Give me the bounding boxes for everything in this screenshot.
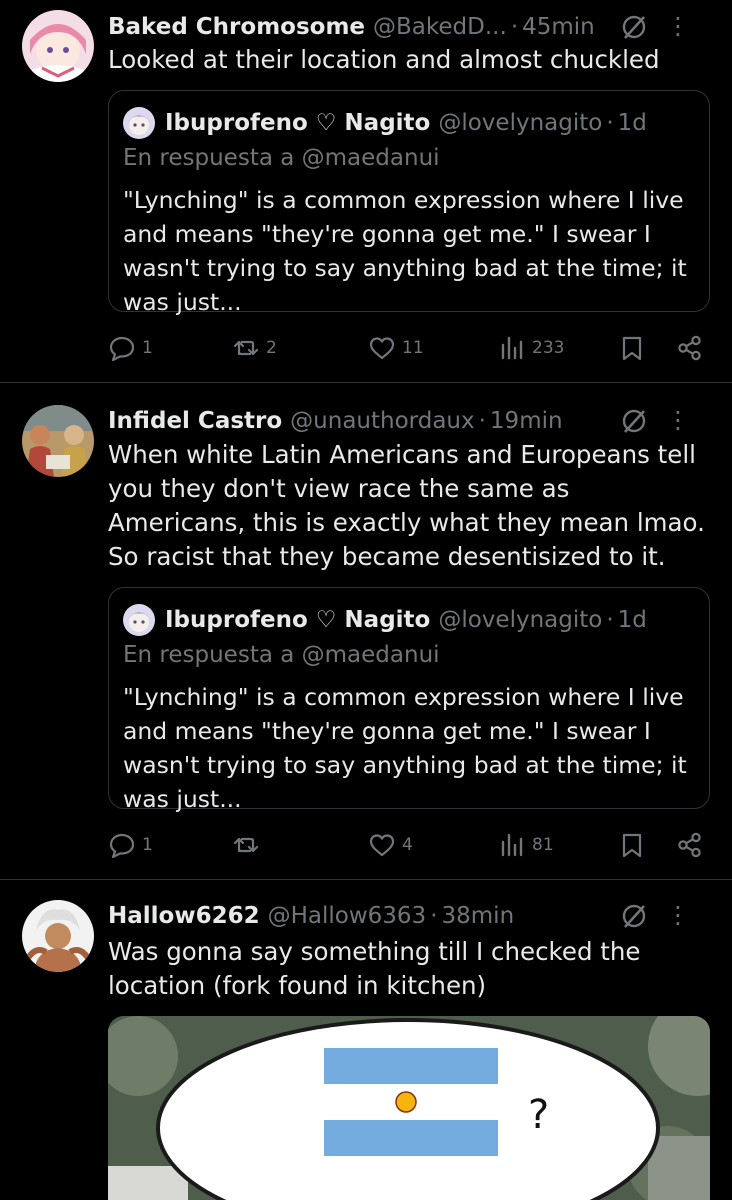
- avatar[interactable]: [22, 10, 94, 82]
- avatar: [123, 604, 155, 636]
- meme-image: ?: [108, 1016, 710, 1200]
- tweet-text: Looked at their location and almost chuc…: [108, 45, 660, 74]
- grok-icon[interactable]: [620, 407, 648, 435]
- avatar[interactable]: [22, 900, 94, 972]
- like-count: 11: [402, 338, 424, 358]
- more-icon[interactable]: ⋮: [666, 12, 690, 40]
- separator: ·: [606, 110, 614, 136]
- quote-reply-context: En respuesta a @maedanui: [123, 145, 440, 171]
- action-bar: 1 4 81: [108, 830, 708, 860]
- author-name[interactable]: Baked Chromosome: [108, 14, 365, 40]
- author-name[interactable]: Infidel Castro: [108, 408, 282, 434]
- separator: ·: [510, 14, 519, 40]
- views-count: 81: [532, 835, 554, 855]
- tweet-1[interactable]: Baked Chromosome @BakedD... · 45min ⋮ Lo…: [0, 0, 732, 382]
- repost-icon: [233, 340, 259, 356]
- tweet-media-image[interactable]: ?: [108, 1016, 710, 1200]
- grok-icon[interactable]: [620, 13, 648, 41]
- bookmark-icon: [622, 833, 642, 858]
- timestamp[interactable]: 38min: [442, 903, 515, 929]
- tweet-text: When white Latin Americans and Europeans…: [108, 440, 705, 571]
- reply-button[interactable]: 1: [108, 830, 153, 860]
- quote-author-name: Ibuprofeno ♡ Nagito: [165, 110, 431, 136]
- author-handle[interactable]: @unauthordaux: [290, 408, 474, 434]
- quoted-tweet[interactable]: Ibuprofeno ♡ Nagito @lovelynagito · 1d E…: [108, 587, 710, 813]
- tweet-2[interactable]: Infidel Castro @unauthordaux · 19min ⋮ W…: [0, 383, 732, 879]
- share-button[interactable]: [676, 830, 704, 860]
- share-button[interactable]: [676, 333, 704, 363]
- bookmark-icon: [622, 336, 642, 361]
- heart-icon: [369, 834, 395, 857]
- separator: ·: [606, 607, 614, 633]
- reply-icon: [109, 833, 135, 859]
- quote-timestamp: 1d: [617, 110, 647, 136]
- avatar[interactable]: [22, 405, 94, 477]
- repost-icon: [233, 837, 259, 853]
- quote-author-handle: @lovelynagito: [438, 607, 603, 633]
- like-count: 4: [402, 835, 413, 855]
- views-icon: [501, 336, 523, 360]
- timestamp[interactable]: 45min: [522, 14, 595, 40]
- reply-count: 1: [142, 835, 153, 855]
- views-button[interactable]: 233: [498, 333, 564, 363]
- quote-header: Ibuprofeno ♡ Nagito @lovelynagito · 1d: [123, 107, 647, 139]
- timestamp[interactable]: 19min: [490, 408, 563, 434]
- tweet-header: Infidel Castro @unauthordaux · 19min ⋮: [108, 404, 712, 438]
- quote-reply-context: En respuesta a @maedanui: [123, 642, 440, 668]
- reply-button[interactable]: 1: [108, 333, 153, 363]
- repost-button[interactable]: 2: [232, 333, 277, 363]
- share-icon: [678, 335, 701, 361]
- tweet-header: Hallow6262 @Hallow6363 · 38min ⋮: [108, 899, 712, 933]
- separator: ·: [430, 903, 438, 929]
- tweet-text: Was gonna say something till I checked t…: [108, 937, 641, 1000]
- author-name[interactable]: Hallow6262: [108, 903, 260, 929]
- bookmark-button[interactable]: [618, 333, 646, 363]
- like-button[interactable]: 11: [368, 333, 424, 363]
- avatar: [123, 107, 155, 139]
- tweet-header: Baked Chromosome @BakedD... · 45min ⋮: [108, 10, 712, 44]
- author-handle[interactable]: @Hallow6363: [268, 903, 427, 929]
- quote-timestamp: 1d: [617, 607, 647, 633]
- share-icon: [678, 832, 701, 858]
- separator: ·: [478, 408, 486, 434]
- quote-text: "Lynching" is a common expression where …: [123, 186, 687, 316]
- bookmark-button[interactable]: [618, 830, 646, 860]
- quote-header: Ibuprofeno ♡ Nagito @lovelynagito · 1d: [123, 604, 647, 636]
- heart-icon: [369, 337, 395, 360]
- quote-author-handle: @lovelynagito: [438, 110, 603, 136]
- quoted-tweet[interactable]: Ibuprofeno ♡ Nagito @lovelynagito · 1d E…: [108, 90, 710, 316]
- repost-count: 2: [266, 338, 277, 358]
- more-icon[interactable]: ⋮: [666, 406, 690, 434]
- quote-author-name: Ibuprofeno ♡ Nagito: [165, 607, 431, 633]
- repost-button[interactable]: [232, 830, 266, 860]
- like-button[interactable]: 4: [368, 830, 413, 860]
- action-bar: 1 2 11 233: [108, 333, 708, 363]
- views-icon: [501, 833, 523, 857]
- bubble-question-mark: ?: [528, 1092, 549, 1138]
- reply-count: 1: [142, 338, 153, 358]
- quote-text: "Lynching" is a common expression where …: [123, 683, 687, 813]
- reply-icon: [109, 336, 135, 362]
- author-handle[interactable]: @BakedD...: [373, 14, 507, 40]
- argentina-flag-icon: [324, 1048, 498, 1156]
- views-button[interactable]: 81: [498, 830, 554, 860]
- more-icon[interactable]: ⋮: [666, 901, 690, 929]
- views-count: 233: [532, 338, 565, 358]
- grok-icon[interactable]: [620, 902, 648, 930]
